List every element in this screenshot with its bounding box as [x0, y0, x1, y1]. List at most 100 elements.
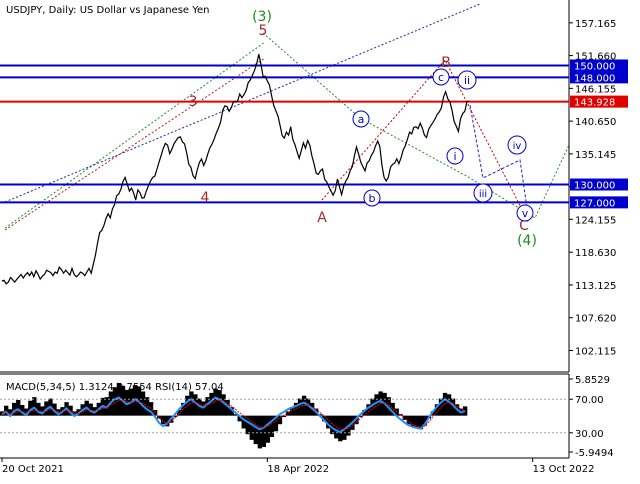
price-point [82, 272, 84, 274]
wave-label-3: 3 [189, 94, 198, 110]
price-point [247, 82, 249, 84]
macd-bar [257, 415, 262, 449]
price-point [133, 192, 135, 194]
price-point [39, 278, 41, 280]
price-point [205, 160, 207, 162]
price-point [430, 125, 432, 126]
wave-circle-b-label: b [369, 192, 376, 205]
price-point [73, 273, 75, 275]
price-point [413, 126, 415, 128]
price-point [48, 271, 50, 272]
price-point [305, 147, 306, 149]
wave-circle-b: b [363, 189, 381, 207]
price-point [392, 163, 393, 165]
price-point [432, 122, 434, 124]
price-point [339, 186, 340, 188]
price-point [213, 138, 215, 140]
price-point [135, 199, 137, 201]
price-point [266, 80, 268, 82]
price-point [347, 176, 349, 178]
price-point [201, 158, 202, 160]
price-point [207, 153, 209, 154]
price-point [235, 101, 236, 103]
price-point [29, 275, 30, 276]
price-point [453, 121, 455, 122]
price-point [434, 118, 436, 120]
wave-circle-v-label: v [522, 207, 529, 220]
wave-label-b: B [441, 55, 451, 71]
price-point [400, 157, 402, 159]
price-point [381, 165, 383, 166]
indicator-tick-label: 70.00 [575, 395, 604, 406]
price-point [417, 128, 419, 129]
price-point [402, 149, 404, 151]
price-point [315, 172, 317, 174]
price-point [22, 277, 24, 279]
price-point [358, 153, 360, 155]
price-point [84, 275, 86, 276]
price-point [124, 176, 126, 178]
price-point [220, 121, 222, 123]
price-point [460, 118, 461, 120]
price-point [167, 144, 168, 146]
price-point [128, 190, 130, 192]
price-point [211, 143, 213, 145]
macd-bar [253, 415, 258, 445]
price-point [203, 165, 205, 166]
price-tick-label: 107.620 [575, 314, 616, 325]
wave-label-4: 4 [201, 190, 210, 206]
price-point [290, 126, 292, 128]
price-point [35, 270, 37, 272]
price-point [239, 93, 241, 95]
price-point [71, 268, 73, 269]
price-point [409, 131, 410, 133]
price-point [20, 273, 22, 275]
price-tick-label: 113.125 [575, 281, 616, 292]
price-point [360, 161, 362, 163]
price-point [61, 269, 62, 271]
price-point [218, 127, 219, 129]
price-point [277, 115, 279, 117]
indicator-tick-label: -5.9494 [575, 448, 614, 459]
price-point [232, 101, 234, 103]
price-point [156, 168, 158, 170]
wave-label-a: A [317, 210, 327, 226]
price-point [148, 185, 149, 187]
indicator-title: MACD(5,34,5) 1.3124 0.7554 RSI(14) 57.04 [6, 382, 224, 393]
price-point [279, 125, 281, 126]
price-point [24, 274, 26, 276]
price-point [256, 63, 258, 65]
price-point [466, 101, 468, 103]
price-point [370, 154, 372, 156]
price-point [341, 194, 343, 196]
time-tick-label: 13 Oct 2022 [533, 464, 595, 475]
price-point [271, 95, 272, 97]
price-point [14, 281, 16, 283]
price-point [109, 217, 111, 219]
wave-circle-c: c [432, 68, 450, 86]
price-point [262, 76, 264, 78]
price-point [41, 275, 43, 277]
price-point [50, 272, 52, 274]
price-point [394, 162, 396, 164]
macd-bar [281, 415, 287, 418]
price-point [126, 183, 128, 185]
price-point [46, 269, 47, 271]
price-point [16, 278, 18, 280]
price-point [1, 280, 3, 282]
price-point [209, 147, 211, 149]
price-point [37, 273, 39, 275]
price-point [296, 151, 298, 153]
price-point [90, 272, 92, 274]
price-point [67, 272, 69, 274]
price-point [158, 161, 160, 163]
wave-circle-v: v [516, 204, 534, 222]
price-point [364, 170, 366, 172]
price-point [353, 155, 355, 157]
price-point [139, 192, 141, 194]
price-point [177, 137, 179, 138]
price-point [114, 204, 115, 206]
price-tick-label: 124.155 [575, 215, 616, 226]
chart-canvas: 157.165151.660146.155140.650135.145129.6… [0, 0, 640, 480]
wave-circle-ii: ii [457, 70, 477, 90]
